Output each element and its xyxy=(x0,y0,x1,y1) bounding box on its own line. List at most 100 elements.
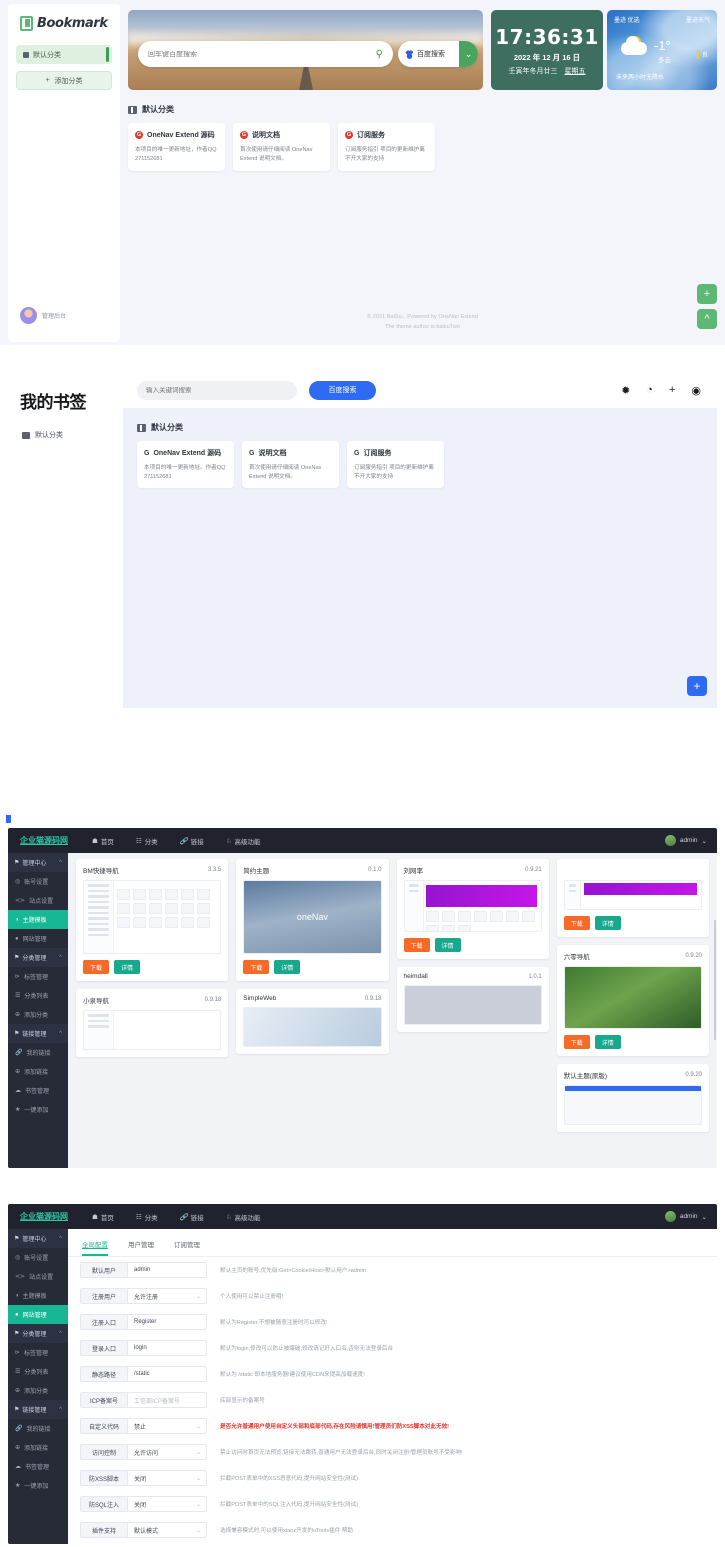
sidebar-item-add-category[interactable]: ⊕ 添加分类 xyxy=(8,1005,68,1024)
detail-button[interactable]: 详情 xyxy=(114,960,141,974)
chevron-down-icon[interactable]: ⌄ xyxy=(459,41,478,67)
theme-card[interactable]: heimdall 1.0.1 xyxy=(396,967,549,1032)
sidebar-item-one-click-add[interactable]: ★ 一键添加 xyxy=(8,1100,68,1119)
setting-value[interactable]: admin xyxy=(127,1262,207,1278)
sidebar-group-link[interactable]: ⚑ 链接管理 ^ xyxy=(8,1024,68,1043)
magic-wand-icon[interactable]: ✹ xyxy=(621,384,630,397)
sidebar-group-management[interactable]: ⚑ 管理中心 ^ xyxy=(8,1229,68,1248)
sidebar-item-bookmark-management[interactable]: ☁ 书签管理 xyxy=(8,1081,68,1100)
tab-subscription-management[interactable]: 订阅管理 xyxy=(174,1235,200,1256)
nav-item-links[interactable]: 🔗 链接 xyxy=(180,1212,204,1222)
sidebar-item-my-links[interactable]: 🔗 我的链接 xyxy=(8,1043,68,1062)
sidebar-item-category-list[interactable]: ☰ 分类列表 xyxy=(8,1362,68,1381)
site-logo[interactable]: 企业猫源码网 xyxy=(20,835,68,846)
sidebar-group-link[interactable]: ⚑ 链接管理 ^ xyxy=(8,1400,68,1419)
sidebar-group-category[interactable]: ⚑ 分类管理 ^ xyxy=(8,948,68,967)
search-input-wrap[interactable] xyxy=(137,380,297,400)
site-logo[interactable]: 企业猫源码网 xyxy=(20,1211,68,1222)
list-item[interactable]: G 说明文档 首次使用请仔细阅读 OneNav Extend 说明文档。 xyxy=(242,441,339,489)
sidebar-item-my-links[interactable]: 🔗 我的链接 xyxy=(8,1419,68,1438)
search-engine-selector[interactable]: 百度搜索 ⌄ xyxy=(398,41,478,67)
nav-item-advanced[interactable]: ♘ 高级功能 xyxy=(226,1212,261,1222)
sidebar-item-account-settings[interactable]: ◎ 账号设置 xyxy=(8,1248,68,1267)
admin-entry[interactable]: 管理后台 xyxy=(20,307,66,324)
sidebar-item-category-list[interactable]: ☰ 分类列表 xyxy=(8,986,68,1005)
setting-select[interactable]: 默认模式 ⌄ xyxy=(127,1522,207,1538)
theme-card[interactable]: 刘网率 下载 详情 xyxy=(556,859,709,937)
sidebar-item-default-category[interactable]: 默认分类 xyxy=(8,430,123,440)
list-item[interactable]: G OneNav Extend 源码 本项目的唯一更新地址，作者QQ 27115… xyxy=(128,123,225,172)
nav-item-links[interactable]: 🔗 链接 xyxy=(180,836,204,846)
search-icon[interactable]: ⚲ xyxy=(376,49,383,60)
setting-value[interactable]: login xyxy=(127,1340,207,1356)
palette-icon[interactable]: ◔ xyxy=(646,384,653,396)
setting-select[interactable]: 允许访问 ⌄ xyxy=(127,1444,207,1460)
sidebar-item-bookmark-management[interactable]: ☁ 书签管理 xyxy=(8,1457,68,1476)
setting-select[interactable]: 禁止 ⌄ xyxy=(127,1418,207,1434)
theme-card[interactable]: 刘网率 0.9.21 下载 详情 xyxy=(396,859,549,959)
search-button[interactable]: 百度搜索 xyxy=(309,380,376,400)
setting-value[interactable]: Register xyxy=(127,1314,207,1330)
theme-card[interactable]: SimpleWeb 0.9.18 xyxy=(236,989,389,1054)
theme-card[interactable]: 小泉导航 0.9.18 xyxy=(76,989,229,1057)
sidebar-item-account-settings[interactable]: ◎ 账号设置 xyxy=(8,872,68,891)
nav-item-home[interactable]: ☗ 首页 xyxy=(92,1212,114,1222)
search-input[interactable] xyxy=(146,386,288,394)
sidebar-item-add-link[interactable]: ⊕ 添加链接 xyxy=(8,1062,68,1081)
sidebar-item-add-category[interactable]: ⊕ 添加分类 xyxy=(8,1381,68,1400)
setting-value[interactable]: /static xyxy=(127,1366,207,1382)
detail-button[interactable]: 详情 xyxy=(274,960,301,974)
sidebar-group-management[interactable]: ⚑ 管理中心 ^ xyxy=(8,853,68,872)
sidebar-item-website-management[interactable]: ● 网站管理 xyxy=(8,1305,68,1324)
theme-card[interactable]: BM快捷导航 3.3.5 下载 详情 xyxy=(76,859,229,981)
tab-global-config[interactable]: 全局配置 xyxy=(82,1235,108,1256)
nav-item-home[interactable]: ☗ 首页 xyxy=(92,836,114,846)
setting-select[interactable]: 允许注册 ⌄ xyxy=(127,1288,207,1304)
sidebar-item-tag-management[interactable]: ⊳ 标签管理 xyxy=(8,1343,68,1362)
setting-select[interactable]: 关闭 ⌄ xyxy=(127,1470,207,1486)
search-input[interactable] xyxy=(148,50,376,58)
sidebar-group-category[interactable]: ⚑ 分类管理 ^ xyxy=(8,1324,68,1343)
sidebar-item-default-category[interactable]: 默认分类 xyxy=(16,45,112,64)
back-to-top-button[interactable]: ^ xyxy=(697,309,717,329)
detail-button[interactable]: 详情 xyxy=(594,1035,621,1049)
setting-select[interactable]: 关闭 ⌄ xyxy=(127,1496,207,1512)
list-item[interactable]: G 订阅服务 订阅服务指引 项目的更新维护离不开大家的支持 xyxy=(347,441,444,489)
user-circle-icon[interactable]: ◉ xyxy=(691,384,701,397)
add-button[interactable]: + xyxy=(697,284,717,304)
list-item[interactable]: G 说明文档 首次使用请仔细阅读 OneNav Extend 说明文档。 xyxy=(233,123,330,172)
sidebar-item-add-link[interactable]: ⊕ 添加链接 xyxy=(8,1438,68,1457)
user-menu[interactable]: admin ⌄ xyxy=(664,835,707,846)
sidebar-item-tag-management[interactable]: ⊳ 标签管理 xyxy=(8,967,68,986)
download-button[interactable]: 下载 xyxy=(403,938,430,952)
list-item[interactable]: G 订阅服务 订阅服务指引 项目的更新维护离不开大家的支持 xyxy=(338,123,435,172)
theme-card[interactable]: 简约主题 0.1.0 oneNav 下载 详情 xyxy=(236,859,389,981)
list-item[interactable]: G OneNav Extend 源码 本项目的唯一更新地址。作者QQ 27115… xyxy=(137,441,234,489)
download-button[interactable]: 下载 xyxy=(563,916,590,930)
sidebar-item-theme-template[interactable]: ◑ 主题模板 xyxy=(8,1286,68,1305)
nav-item-category[interactable]: ☷ 分类 xyxy=(136,836,158,846)
plus-icon[interactable]: + xyxy=(669,384,675,396)
download-button[interactable]: 下载 xyxy=(563,1035,590,1049)
user-menu[interactable]: admin ⌄ xyxy=(664,1211,707,1222)
setting-value[interactable]: 工信部ICP备案号 xyxy=(127,1392,207,1408)
nav-item-category[interactable]: ☷ 分类 xyxy=(136,1212,158,1222)
weather-widget[interactable]: 墨迹 优选 墨迹天气 -1° 多云 良 未来两小时无降水 xyxy=(607,10,717,90)
search-field-wrap[interactable]: ⚲ xyxy=(138,41,393,67)
add-category-button[interactable]: + 添加分类 xyxy=(16,71,112,90)
scrollbar[interactable] xyxy=(714,920,716,1040)
detail-button[interactable]: 详情 xyxy=(434,938,461,952)
sidebar-item-theme-template[interactable]: ◑ 主题模板 xyxy=(8,910,68,929)
sidebar-item-website-management[interactable]: ● 网站管理 xyxy=(8,929,68,948)
sidebar-item-site-settings[interactable]: ≺≻ 站点设置 xyxy=(8,1267,68,1286)
tab-user-management[interactable]: 用户管理 xyxy=(128,1235,154,1256)
nav-item-advanced[interactable]: ♘ 高级功能 xyxy=(226,836,261,846)
sidebar-item-one-click-add[interactable]: ★ 一键添加 xyxy=(8,1476,68,1495)
theme-card[interactable]: 六零导航 0.9.20 下载 详情 xyxy=(556,945,709,1056)
add-button[interactable]: + xyxy=(687,676,707,696)
download-button[interactable]: 下载 xyxy=(83,960,110,974)
theme-card[interactable]: 默认主题(原版) 0.9.20 xyxy=(556,1064,709,1132)
sidebar-item-site-settings[interactable]: ≺≻ 站点设置 xyxy=(8,891,68,910)
download-button[interactable]: 下载 xyxy=(243,960,270,974)
detail-button[interactable]: 详情 xyxy=(594,916,621,930)
